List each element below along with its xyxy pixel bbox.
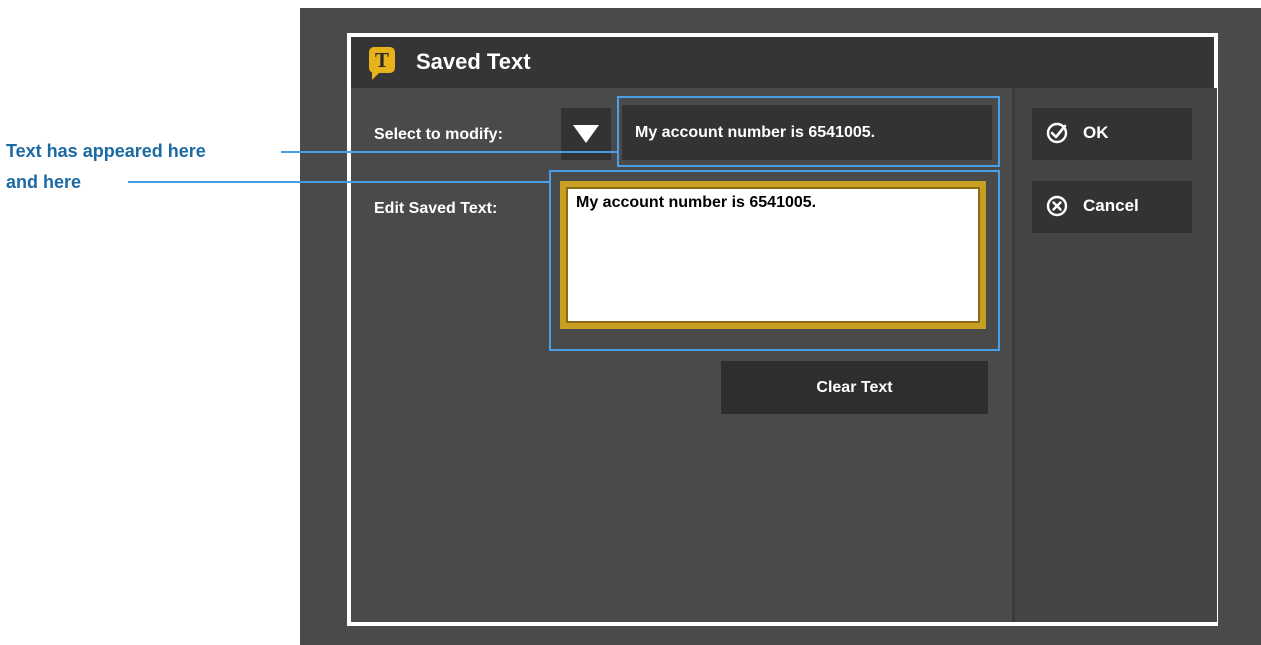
edit-saved-text-label: Edit Saved Text: (374, 200, 498, 217)
callout-line-1 (281, 151, 618, 153)
clear-text-button[interactable]: Clear Text (721, 361, 988, 414)
ok-label: OK (1083, 123, 1109, 142)
cancel-label: Cancel (1083, 196, 1139, 215)
select-to-modify-label: Select to modify: (374, 126, 503, 143)
title-bar: T Saved Text (351, 37, 1214, 88)
callout-line-2 (128, 181, 550, 183)
cancel-button[interactable]: Cancel (1032, 181, 1192, 233)
ok-button[interactable]: OK (1032, 108, 1192, 160)
action-panel: OK Cancel (1012, 88, 1217, 622)
callout-box-editor (549, 170, 1000, 351)
callout-box-selector (617, 96, 1000, 167)
check-circle-icon (1046, 122, 1068, 144)
x-circle-icon (1046, 195, 1068, 217)
saved-text-t-icon: T (369, 47, 395, 80)
callout-text-2: and here (6, 172, 82, 192)
callout-text-1: Text has appeared here (6, 141, 206, 161)
dialog-title: Saved Text (416, 49, 531, 74)
